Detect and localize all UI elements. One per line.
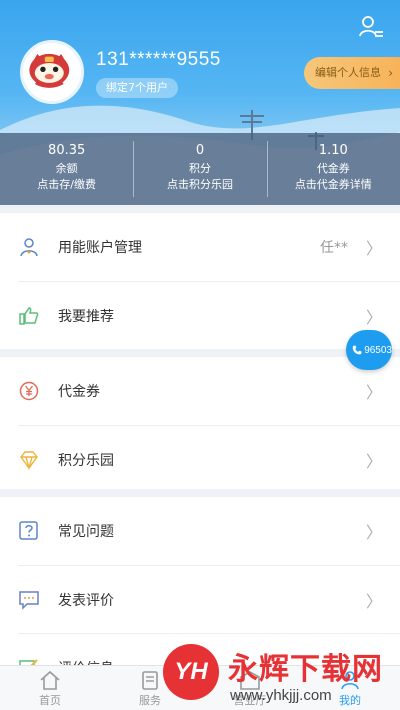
section-divider bbox=[0, 349, 400, 357]
recommend-row[interactable]: 我要推荐 〉 bbox=[18, 281, 400, 349]
section-divider bbox=[0, 489, 400, 497]
tab-home[interactable]: 首页 bbox=[0, 666, 100, 710]
stats-bar: 80.35 余额 点击存/缴费 0 积分 点击积分乐园 1.10 代金券 点击代… bbox=[0, 133, 400, 205]
edit-profile-button[interactable]: 编辑个人信息 › bbox=[304, 57, 400, 89]
post-review-row[interactable]: 发表评价 〉 bbox=[18, 565, 400, 633]
watermark-logo: YH bbox=[163, 644, 219, 700]
yen-coupon-icon bbox=[18, 380, 40, 402]
account-holder-name: 任** bbox=[320, 240, 348, 256]
chevron-right-icon: › bbox=[388, 66, 393, 80]
hotline-button[interactable]: 96503 bbox=[346, 330, 392, 370]
service-icon bbox=[142, 671, 158, 690]
voucher-row[interactable]: 代金券 〉 bbox=[0, 357, 400, 425]
site-watermark: YH 永辉下载网 www.yhkjjj.com bbox=[160, 637, 400, 710]
balance-stat[interactable]: 80.35 余额 点击存/缴费 bbox=[0, 133, 133, 205]
chevron-right-icon: 〉 bbox=[365, 309, 382, 327]
home-icon bbox=[40, 670, 60, 690]
chevron-right-icon: 〉 bbox=[365, 385, 382, 402]
phone-icon bbox=[352, 345, 362, 355]
watermark-url: www.yhkjjj.com bbox=[230, 687, 332, 704]
tab-service-label: 服务 bbox=[139, 694, 161, 707]
chevron-right-icon: 〉 bbox=[365, 453, 382, 471]
chevron-right-icon: 〉 bbox=[365, 241, 382, 258]
diamond-icon bbox=[18, 449, 40, 471]
chevron-right-icon: 〉 bbox=[365, 593, 382, 611]
account-management-label: 用能账户管理 bbox=[58, 240, 142, 256]
chevron-right-icon: 〉 bbox=[365, 525, 382, 542]
comment-icon bbox=[18, 589, 40, 611]
phone-number: 131******9555 bbox=[96, 49, 221, 70]
account-section: 用能账户管理 任** 〉 我要推荐 〉 bbox=[0, 213, 400, 349]
account-management-row[interactable]: 用能账户管理 任** 〉 bbox=[0, 213, 400, 281]
balance-value: 80.35 bbox=[48, 143, 86, 158]
faq-label: 常见问题 bbox=[58, 524, 114, 540]
balance-label: 余额 bbox=[55, 162, 78, 175]
section-divider bbox=[0, 205, 400, 213]
voucher-value: 1.10 bbox=[318, 143, 348, 158]
points-park-label: 积分乐园 bbox=[58, 452, 114, 469]
voucher-stat[interactable]: 1.10 代金券 点击代金券详情 bbox=[266, 133, 400, 205]
question-icon bbox=[18, 520, 40, 542]
edit-profile-label: 编辑个人信息 bbox=[315, 66, 381, 79]
bound-users-badge[interactable]: 绑定7个用户 bbox=[96, 78, 178, 98]
voucher-row-label: 代金券 bbox=[58, 384, 100, 400]
rewards-section: 代金券 〉 积分乐园 〉 bbox=[0, 357, 400, 493]
points-action: 点击积分乐园 bbox=[166, 178, 233, 191]
profile-header: 131******9555 绑定7个用户 编辑个人信息 › 80.35 余额 点… bbox=[0, 0, 400, 210]
recommend-label: 我要推荐 bbox=[58, 308, 114, 325]
points-value: 0 bbox=[195, 143, 205, 158]
thumbs-up-icon bbox=[18, 305, 40, 327]
hotline-number: 96503 bbox=[364, 344, 392, 356]
points-park-row[interactable]: 积分乐园 〉 bbox=[18, 425, 400, 493]
voucher-action: 点击代金券详情 bbox=[294, 178, 372, 191]
voucher-label: 代金券 bbox=[316, 162, 350, 175]
lion-mascot-icon bbox=[29, 53, 70, 88]
avatar[interactable] bbox=[20, 40, 84, 104]
balance-action: 点击存/缴费 bbox=[37, 178, 97, 191]
post-review-label: 发表评价 bbox=[58, 592, 114, 609]
switch-user-icon[interactable] bbox=[358, 14, 384, 40]
faq-row[interactable]: 常见问题 〉 bbox=[0, 497, 400, 565]
points-label: 积分 bbox=[188, 162, 211, 175]
points-stat[interactable]: 0 积分 点击积分乐园 bbox=[133, 133, 266, 205]
tab-home-label: 首页 bbox=[39, 694, 61, 707]
watermark-title: 永辉下载网 bbox=[228, 652, 383, 687]
user-account-icon bbox=[18, 236, 40, 258]
